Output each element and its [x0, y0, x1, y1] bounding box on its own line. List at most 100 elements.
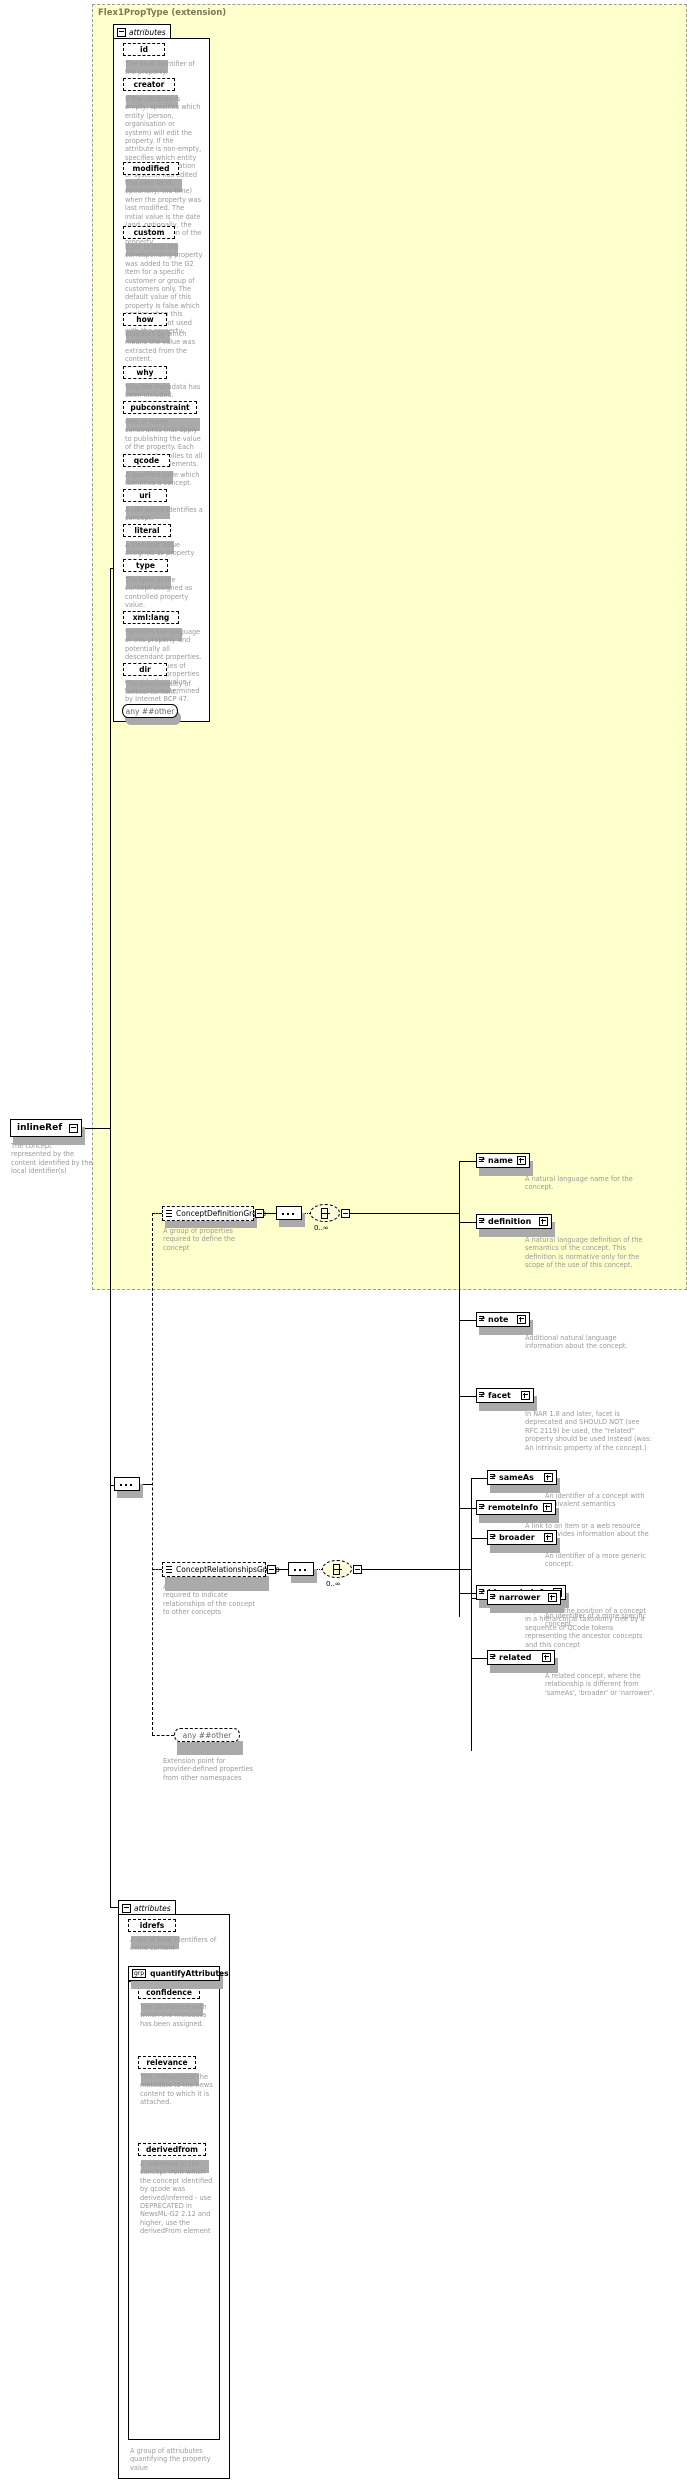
attribute-idrefs[interactable]: idrefs: [128, 1919, 178, 1934]
attribute-xml-lang[interactable]: xml:lang: [123, 611, 181, 626]
element-lines-icon: ↗: [479, 1157, 486, 1164]
element-related-doc: A related concept, where the relationshi…: [545, 1672, 655, 1697]
element-broader[interactable]: ↗ broader: [487, 1530, 557, 1545]
attribute-dir-doc: The directionality of textual content.: [125, 680, 191, 697]
conceptdefinition-sequence-connector[interactable]: [276, 1206, 302, 1220]
attribute-uri[interactable]: uri: [123, 489, 169, 504]
attribute-modified[interactable]: modified: [123, 162, 181, 177]
connector-conceptdefinition-children-spine: [459, 1161, 460, 1617]
bottom-attributes-section-header[interactable]: attributes: [118, 1900, 176, 1915]
element-lines-icon: ↗: [479, 1392, 486, 1399]
element-note-doc: Additional natural language information …: [525, 1334, 628, 1351]
conceptdefinition-choice-connector[interactable]: [310, 1204, 340, 1222]
connector-branch-conceptdefinition: [152, 1213, 162, 1215]
element-lines-icon: ↗: [479, 1504, 486, 1511]
element-note[interactable]: ↗ note: [476, 1312, 530, 1327]
attribute-idrefs-label: idrefs: [139, 1921, 165, 1930]
attribute-creator-label: creator: [133, 80, 165, 89]
attribute-relevance[interactable]: relevance: [138, 2056, 198, 2071]
group-lines-icon: [166, 1210, 172, 1217]
group-ConceptDefinitionGroup-collapse[interactable]: [255, 1209, 264, 1218]
element-remoteInfo-expand-icon[interactable]: [543, 1503, 552, 1512]
attribute-why[interactable]: why: [123, 366, 169, 381]
group-quantifyAttributes-label: quantifyAttributes: [150, 1969, 229, 1978]
attribute-how[interactable]: how: [123, 313, 169, 328]
attribute-custom[interactable]: custom: [123, 226, 177, 241]
connector-inlineref-vertical: [110, 568, 111, 1908]
attribute-confidence-doc: The confidence with which the metadata h…: [140, 2003, 207, 2028]
element-facet-doc: In NAR 1.8 and later, facet is deprecate…: [525, 1410, 652, 1452]
element-definition[interactable]: ↗ definition: [476, 1214, 552, 1229]
attribute-dir-label: dir: [139, 665, 151, 674]
attribute-qcode[interactable]: qcode: [123, 454, 172, 469]
element-lines-icon: ↗: [479, 1316, 486, 1323]
extension-title: Flex1PropType (extension): [98, 8, 227, 18]
main-sequence-connector[interactable]: [114, 1477, 140, 1491]
attribute-custom-label: custom: [133, 228, 165, 237]
conceptrelationships-sequence-connector[interactable]: [288, 1562, 314, 1576]
element-facet-label: facet: [488, 1391, 511, 1400]
collapse-minus-icon[interactable]: [117, 27, 126, 37]
connector-to-bottom-attributes: [110, 1907, 118, 1908]
group-ConceptDefinitionGroup-doc: A group of properties required to define…: [163, 1227, 235, 1252]
attribute-derivedfrom[interactable]: derivedfrom: [138, 2143, 208, 2158]
element-definition-doc: A natural language definition of the sem…: [525, 1236, 643, 1270]
bottom-collapse-minus-icon[interactable]: [122, 1903, 131, 1913]
element-note-expand-icon[interactable]: [517, 1315, 526, 1324]
any-other-content-label: any ##other: [182, 1730, 232, 1740]
group-ConceptRelationshipsGroup[interactable]: ConceptRelationshipsGroup: [162, 1562, 280, 1577]
attribute-id[interactable]: id: [123, 43, 167, 58]
element-related-expand-icon[interactable]: [542, 1653, 551, 1662]
element-facet-expand-icon[interactable]: [521, 1391, 530, 1400]
element-name-label: name: [488, 1156, 513, 1165]
element-facet[interactable]: ↗ facet: [476, 1388, 534, 1403]
attribute-dir[interactable]: dir: [123, 663, 169, 678]
bottom-attributes-label: attributes: [134, 1903, 171, 1913]
attribute-type[interactable]: type: [123, 559, 170, 574]
group-lines-icon: [166, 1566, 172, 1573]
group-tag: grp: [132, 1969, 147, 1978]
element-lines-icon: ↗: [479, 1589, 486, 1596]
element-definition-expand-icon[interactable]: [539, 1217, 548, 1226]
inlineref-collapse-icon[interactable]: [69, 1123, 78, 1133]
attributes-section-header[interactable]: attributes: [113, 24, 171, 39]
element-name-expand-icon[interactable]: [517, 1156, 526, 1165]
element-lines-icon: ↗: [490, 1474, 497, 1481]
element-related[interactable]: ↗ related: [487, 1650, 555, 1665]
conceptdefinition-choice-collapse[interactable]: [341, 1209, 350, 1218]
attribute-uri-doc: A URI which identifies a concept.: [125, 506, 203, 523]
conceptrelationships-choice-connector[interactable]: [322, 1560, 352, 1578]
attribute-modified-label: modified: [132, 164, 170, 173]
attribute-derivedfrom-label: derivedfrom: [146, 2145, 198, 2154]
element-broader-doc: An identifier of a more generic concept.: [545, 1552, 646, 1569]
attribute-relevance-label: relevance: [146, 2058, 188, 2067]
attribute-creator[interactable]: creator: [123, 78, 177, 93]
element-lines-icon: ↗: [490, 1534, 497, 1541]
element-name[interactable]: ↗ name: [476, 1153, 530, 1168]
element-sameAs-expand-icon[interactable]: [544, 1473, 553, 1482]
attribute-id-label: id: [140, 45, 148, 54]
group-quantifyAttributes-header[interactable]: grp quantifyAttributes: [128, 1966, 229, 1981]
element-definition-label: definition: [488, 1217, 532, 1226]
attribute-why-doc: Why the metadata has been included.: [125, 383, 201, 400]
connector-inlineref-main: [82, 1128, 110, 1129]
element-broader-expand-icon[interactable]: [544, 1533, 553, 1542]
root-element-inlineRef[interactable]: inlineRef: [10, 1119, 82, 1137]
attribute-confidence-label: confidence: [146, 1988, 192, 1997]
element-sameAs[interactable]: ↗ sameAs: [487, 1470, 557, 1485]
attribute-literal[interactable]: literal: [123, 524, 173, 539]
group-ConceptRelationshipsGroup-collapse[interactable]: [267, 1565, 276, 1574]
element-remoteInfo[interactable]: ↗ remoteInfo: [476, 1500, 556, 1515]
element-narrower[interactable]: ↗ narrower: [487, 1590, 561, 1605]
element-narrower-expand-icon[interactable]: [548, 1593, 557, 1602]
attribute-relevance-doc: The relevance of the metadata to the new…: [140, 2073, 213, 2107]
conceptrelationships-choice-collapse[interactable]: [353, 1565, 362, 1574]
any-other-wildcard-content[interactable]: any ##other: [174, 1728, 240, 1742]
attribute-qcode-label: qcode: [133, 456, 160, 465]
group-ConceptDefinitionGroup[interactable]: ConceptDefinitionGroup: [162, 1206, 266, 1221]
any-other-wildcard-attributes[interactable]: any ##other: [122, 704, 178, 718]
element-sameAs-label: sameAs: [499, 1473, 534, 1482]
attribute-pubconstraint[interactable]: pubconstraint: [123, 401, 199, 416]
element-lines-icon: ↗: [479, 1218, 486, 1225]
element-lines-icon: ↗: [490, 1654, 497, 1661]
